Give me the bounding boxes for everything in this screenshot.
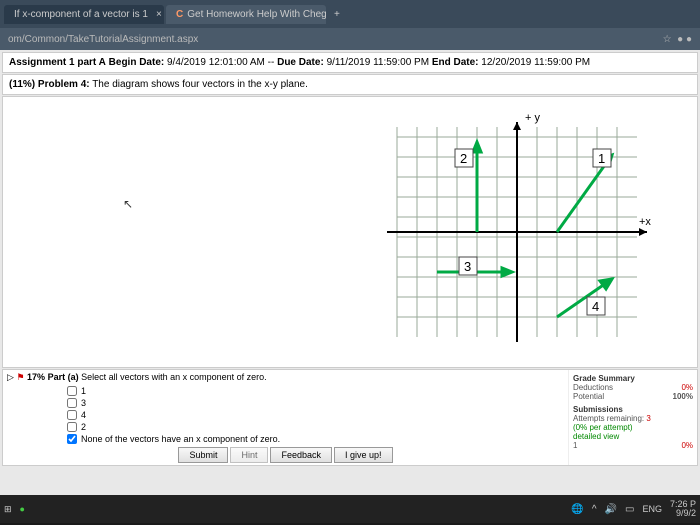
grade-title: Grade Summary <box>573 374 693 383</box>
part-prompt: Select all vectors with an x component o… <box>81 372 267 382</box>
browser-tab-0[interactable]: If x-component of a vector is 1 × <box>4 5 164 24</box>
vector-2-label: 2 <box>460 151 467 166</box>
clock-date: 9/9/2 <box>670 509 696 518</box>
url-bar[interactable]: om/Common/TakeTutorialAssignment.aspx ☆ … <box>0 28 700 50</box>
lang-indicator[interactable]: ENG <box>642 504 662 514</box>
begin-date: 9/4/2019 12:01:00 AM <box>167 57 265 68</box>
x-axis-label: +x <box>639 216 651 228</box>
due-label: Due Date: <box>277 57 324 68</box>
tray-icon[interactable]: 🌐 <box>571 504 583 515</box>
option-none: None of the vectors have an x component … <box>67 433 564 445</box>
due-date: 9/11/2019 11:59:00 PM <box>327 57 430 68</box>
sep: -- <box>268 57 275 68</box>
end-date: 12/20/2019 11:59:00 PM <box>481 57 590 68</box>
giveup-button[interactable]: I give up! <box>334 447 393 463</box>
expand-icon[interactable]: ▷ <box>7 372 14 382</box>
option-1: 1 <box>67 385 564 397</box>
task-icon[interactable]: ● <box>20 504 25 514</box>
tab-label: Get Homework Help With Cheg <box>187 9 326 20</box>
option-2: 2 <box>67 421 564 433</box>
checkbox-1[interactable] <box>67 386 77 396</box>
close-icon[interactable]: × <box>156 9 162 20</box>
submissions-title: Submissions <box>573 405 693 414</box>
part-weight: 17% <box>27 372 45 382</box>
button-row: Submit Hint Feedback I give up! <box>7 447 564 463</box>
part-label: Part (a) <box>48 372 79 382</box>
option-4: 4 <box>67 409 564 421</box>
end-label: End Date: <box>432 57 479 68</box>
cursor-icon: ↖ <box>123 197 133 211</box>
page-content: Assignment 1 part A Begin Date: 9/4/2019… <box>0 50 700 495</box>
checkbox-4[interactable] <box>67 410 77 420</box>
problem-label: Problem 4: <box>38 79 90 90</box>
battery-icon[interactable]: ▭ <box>625 504 634 515</box>
grade-summary: Grade Summary Deductions 0% Potential 10… <box>568 370 697 465</box>
start-icon[interactable]: ⊞ <box>4 504 12 515</box>
vector-1-label: 1 <box>598 151 605 166</box>
problem-weight: (11%) <box>9 79 35 90</box>
xy-plane-svg: + y +x 1 2 3 4 <box>377 107 657 357</box>
hint-button[interactable]: Hint <box>230 447 268 463</box>
option-3: 3 <box>67 397 564 409</box>
part-a-section: ▷ ⚑ 17% Part (a) Select all vectors with… <box>2 369 698 466</box>
problem-text: The diagram shows four vectors in the x-… <box>92 79 308 90</box>
options-list: 1 3 4 2 None of the vectors have an x co… <box>67 385 564 445</box>
assignment-title: Assignment 1 part A <box>9 57 106 68</box>
chevron-up-icon[interactable]: ^ <box>592 504 597 515</box>
assignment-header: Assignment 1 part A Begin Date: 9/4/2019… <box>2 52 698 73</box>
browser-tab-strip: If x-component of a vector is 1 × C Get … <box>0 0 700 28</box>
url-text: om/Common/TakeTutorialAssignment.aspx <box>8 34 198 45</box>
feedback-button[interactable]: Feedback <box>270 447 332 463</box>
submit-button[interactable]: Submit <box>178 447 228 463</box>
checkbox-none[interactable] <box>67 434 77 444</box>
flag-icon[interactable]: ⚑ <box>16 372 24 382</box>
begin-label: Begin Date: <box>109 57 165 68</box>
problem-header: (11%) Problem 4: The diagram shows four … <box>2 74 698 95</box>
detailed-view-link[interactable]: detailed view <box>573 432 693 441</box>
windows-taskbar[interactable]: ⊞ ● 🌐 ^ 🔊 ▭ ENG 7:26 P 9/9/2 <box>0 495 700 523</box>
vector-3-label: 3 <box>464 259 471 274</box>
tab-label: If x-component of a vector is 1 <box>14 9 148 20</box>
vector-diagram: ↖ + y +x <box>2 96 698 368</box>
y-axis-label: + y <box>525 112 540 124</box>
browser-controls: ☆ ● ● <box>663 34 692 45</box>
checkbox-2[interactable] <box>67 422 77 432</box>
new-tab-button[interactable]: + <box>328 7 346 22</box>
chegg-icon: C <box>176 9 183 20</box>
vector-4-label: 4 <box>592 299 599 314</box>
sound-icon[interactable]: 🔊 <box>605 504 617 515</box>
browser-tab-1[interactable]: C Get Homework Help With Cheg × <box>166 5 326 24</box>
checkbox-3[interactable] <box>67 398 77 408</box>
